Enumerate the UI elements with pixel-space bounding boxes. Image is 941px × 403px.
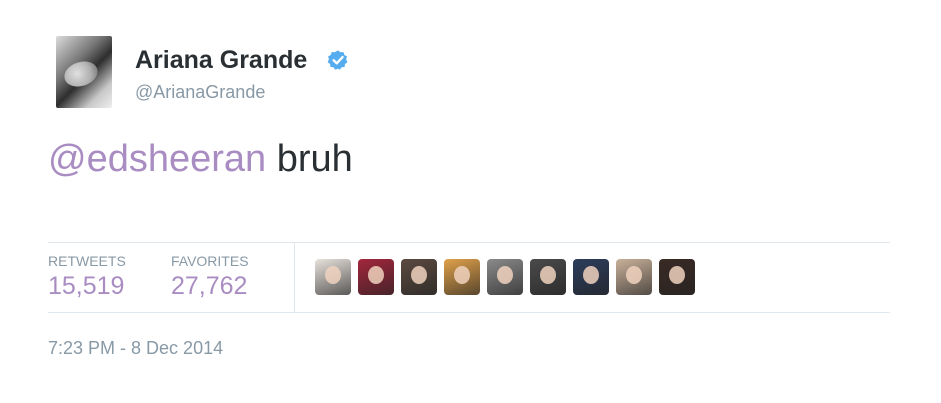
favoriter-avatar[interactable] [573,259,609,295]
user-header: Ariana Grande @ArianaGrande [135,45,535,105]
tweet-text: @edsheeran bruh [48,136,353,182]
favoriter-avatar[interactable] [315,259,351,295]
favoriter-avatar[interactable] [358,259,394,295]
retweets-count: 15,519 [48,272,125,300]
profile-avatar[interactable] [56,36,112,108]
tweet-body: bruh [266,138,353,180]
favorites-count: 27,762 [171,272,248,300]
display-name[interactable]: Ariana Grande [135,45,307,75]
favorites-label: FAVORITES [171,253,249,269]
verified-badge-icon [327,50,348,70]
retweets-label: RETWEETS [48,253,126,269]
favoriter-avatar[interactable] [401,259,437,295]
favoriter-avatar[interactable] [659,259,695,295]
favoriter-avatar[interactable] [530,259,566,295]
mention-link[interactable]: @edsheeran [48,138,266,180]
tweet-stats: RETWEETS 15,519 FAVORITES 27,762 [48,243,890,312]
favoriter-avatar[interactable] [444,259,480,295]
favoriter-avatar[interactable] [487,259,523,295]
favoriter-avatar[interactable] [616,259,652,295]
tweet-card: Ariana Grande @ArianaGrande @edsheeran b… [48,36,890,376]
stats-divider-bottom [48,312,890,313]
tweet-timestamp[interactable]: 7:23 PM - 8 Dec 2014 [48,337,223,359]
stats-separator [294,243,295,312]
retweets-stat[interactable]: RETWEETS 15,519 [48,253,126,301]
user-handle[interactable]: @ArianaGrande [135,81,265,103]
favorites-stat[interactable]: FAVORITES 27,762 [171,253,249,301]
